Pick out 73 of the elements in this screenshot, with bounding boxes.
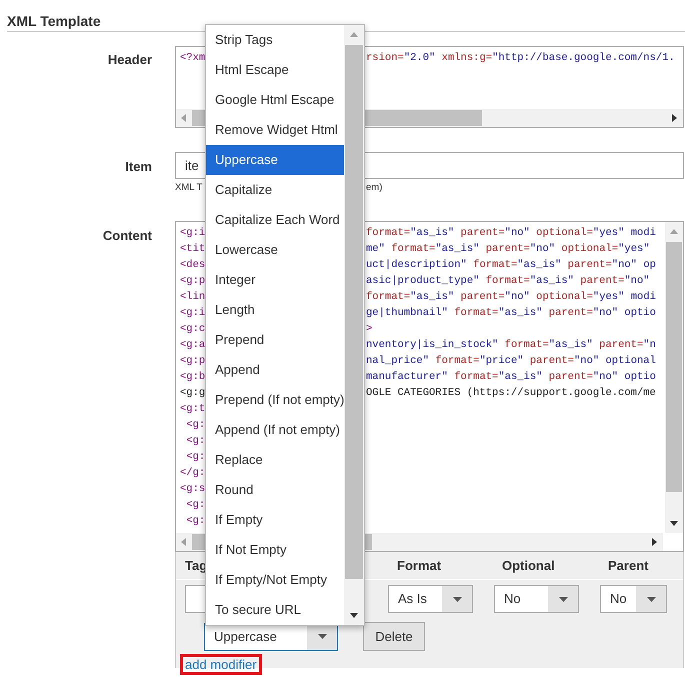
code-line: </g: [180,467,206,479]
dropdown-option[interactable]: Append [206,355,344,385]
field-hint: em) [366,181,382,195]
dropdown-option[interactable]: Lowercase [206,235,344,265]
dropdown-option[interactable]: Prepend (If not empty) [206,385,344,415]
field-hint: XML T [175,182,202,193]
code-line: <des [180,259,206,271]
format-select[interactable]: As Is [388,585,473,613]
code-line: <g:s [180,483,206,495]
parent-select[interactable]: No [600,585,667,613]
code-line: <lin [180,291,206,303]
code-line: <g:i [180,227,206,239]
dropdown-option[interactable]: Capitalize Each Word [206,205,344,235]
code-line: format="as_is" parent="no" optional="yes" modi [366,226,656,241]
code-line: <g:c [180,323,206,335]
code-line: <g:b [180,371,206,383]
code-line: me" format="as_is" parent="no" optional="yes" [366,242,650,257]
field-label: Content [102,228,152,243]
code-line: > [366,322,372,337]
scroll-right-icon[interactable] [650,538,658,546]
column-header: Optional [502,558,555,572]
code-line: asic|product_type" format="as_is" parent="no" [366,274,650,289]
code-line: <g:g [180,387,206,399]
code-line: <g:p [180,275,206,287]
caret-icon[interactable] [318,634,326,639]
code-line: <?xm [180,52,206,64]
dropdown-option[interactable]: Round [206,475,344,505]
dropdown-option[interactable]: Prepend [206,325,344,355]
dropdown-option[interactable]: To secure URL [206,595,344,625]
code-line: <g:a [180,339,206,351]
section-title: XML Template [6,12,102,31]
code-line: <tit [180,243,206,255]
scrollbar-thumb[interactable] [666,242,682,492]
scroll-down-icon[interactable] [670,519,678,527]
add-modifier-link[interactable]: add modifier [183,657,259,672]
code-line: <g: [185,451,206,463]
dropdown-option[interactable]: Html Escape [206,55,344,85]
code-line: rsion="2.0" xmlns:g="http://base.google.com/ns/1. [366,51,675,66]
code-line: manufacturer" format="as_is" parent="no" optio [366,370,656,385]
column-header: Parent [608,558,648,572]
code-line: <g:i [180,307,206,319]
code-line: <g: [185,419,206,431]
field-label: Header [108,52,152,67]
delete-button[interactable]: Delete [363,622,425,651]
caret-icon[interactable] [558,596,568,602]
code-line: ge|thumbnail" format="as_is" parent="no" optio [366,306,656,321]
code-line: <g:p [180,355,206,367]
dropdown-option[interactable]: Length [206,295,344,325]
dropdown-option[interactable]: If Empty/Not Empty [206,565,344,595]
code-line: <g: [185,515,206,527]
caret-icon[interactable] [646,596,656,602]
scroll-down-icon[interactable] [350,611,358,619]
dropdown-option[interactable]: Integer [206,265,344,295]
code-line: OGLE CATEGORIES (https://support.google.com/me [366,386,656,401]
code-line: format="as_is" parent="no" optional="yes" modi [366,290,656,305]
scrollbar-thumb[interactable] [345,45,363,579]
field-label: Item [125,159,152,174]
code-line: <g:t [180,403,206,415]
dropdown-option[interactable]: Uppercase [206,145,344,175]
dropdown-option[interactable]: If Empty [206,505,344,535]
dropdown-option[interactable]: If Not Empty [206,535,344,565]
scroll-right-icon[interactable] [670,114,678,122]
dropdown-option[interactable]: Append (If not empty) [206,415,344,445]
caret-icon[interactable] [452,596,462,602]
code-line: nal_price" format="price" parent="no" optional [366,354,656,369]
dropdown-option[interactable]: Replace [206,445,344,475]
code-line: <g: [185,499,206,511]
code-line: uct|description" format="as_is" parent="no" op [366,258,656,273]
column-header: Format [397,558,442,572]
code-line: <g: [185,435,206,447]
code-line: nventory|is_in_stock" format="as_is" parent="n [366,338,656,353]
optional-select[interactable]: No [494,585,579,613]
dropdown-option[interactable]: Google Html Escape [206,85,344,115]
